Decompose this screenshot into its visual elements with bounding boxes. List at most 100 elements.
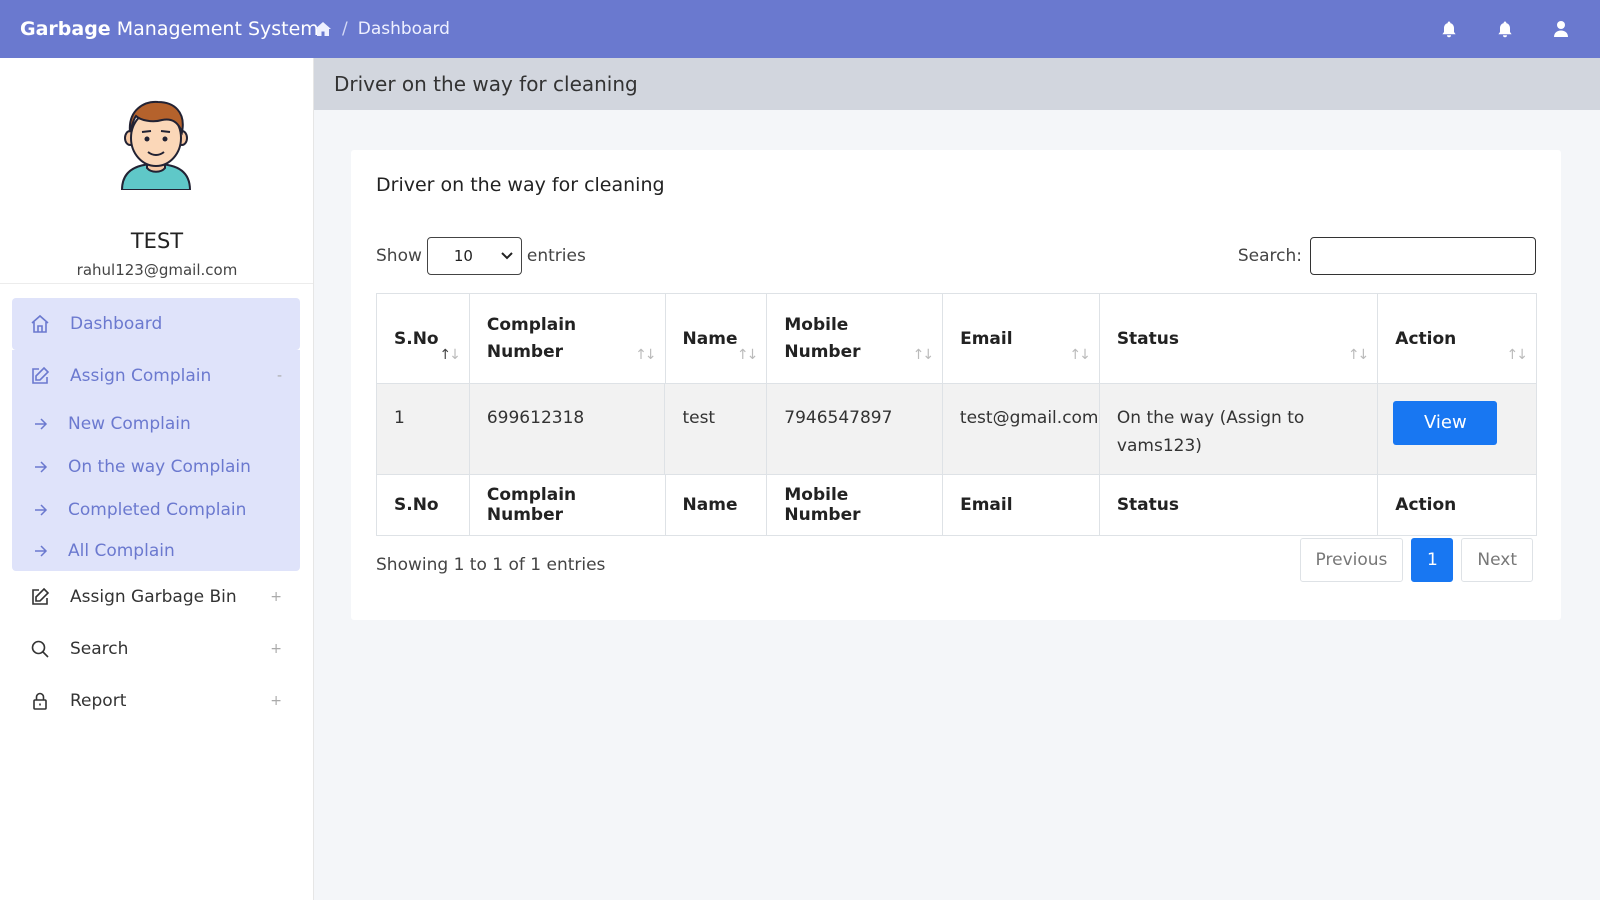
column-header-label: Mobile Number xyxy=(784,312,860,366)
sort-icon: ↑↓ xyxy=(635,347,657,363)
column-header-name[interactable]: Name ↑↓ xyxy=(666,294,768,383)
user-email: rahul123@gmail.com xyxy=(76,261,238,279)
sidebar-item-report[interactable]: Report + xyxy=(12,675,300,727)
arrow-right-icon xyxy=(35,460,48,473)
column-header-email[interactable]: Email ↑↓ xyxy=(943,294,1100,383)
table-search-control: Search: xyxy=(1238,237,1536,275)
breadcrumb-current: Dashboard xyxy=(357,19,450,39)
sidebar: TEST rahul123@gmail.com Dashboard Assign… xyxy=(0,58,314,900)
brand-bold: Garbage xyxy=(20,18,111,40)
column-footer-mobile-number: Mobile Number xyxy=(767,475,944,535)
cell-complain-number: 699612318 xyxy=(469,384,666,474)
column-header-label: Complain Number xyxy=(487,312,576,366)
breadcrumb: / Dashboard xyxy=(314,19,450,39)
sidebar-subitem-new-complain[interactable]: New Complain xyxy=(12,402,300,445)
pagination: Previous 1 Next xyxy=(1299,538,1533,582)
user-name: TEST xyxy=(130,229,184,253)
page-title: Driver on the way for cleaning xyxy=(334,72,638,96)
complaints-table: S.No ↑↓ Complain Number ↑↓ Name ↑↓ Mobile Num… xyxy=(376,293,1537,536)
column-header-label: Name xyxy=(682,328,738,349)
sidebar-item-assign-garbage-bin[interactable]: Assign Garbage Bin + xyxy=(12,571,300,623)
bell-icon[interactable] xyxy=(1440,20,1458,38)
breadcrumb-separator: / xyxy=(342,19,348,39)
status-line: vams123) xyxy=(1116,436,1202,456)
sort-icon: ↑↓ xyxy=(736,347,759,363)
sidebar-subitem-label: New Complain xyxy=(68,413,191,434)
sidebar-item-label: Assign Complain xyxy=(70,366,212,386)
next-page-button[interactable]: Next xyxy=(1461,538,1533,582)
home-icon xyxy=(31,314,49,333)
brand-title[interactable]: Garbage Management System xyxy=(0,18,319,40)
expand-toggle[interactable]: + xyxy=(270,641,282,657)
cell-action: View xyxy=(1378,384,1536,474)
expand-toggle[interactable]: + xyxy=(270,589,282,605)
search-input[interactable] xyxy=(1310,237,1536,275)
search-label: Search: xyxy=(1237,246,1302,266)
show-label: Show xyxy=(376,246,422,266)
brand-rest: Management System xyxy=(110,18,319,40)
top-navbar: Garbage Management System / Dashboard xyxy=(0,0,1600,58)
sidebar-plain-items: Assign Garbage Bin + Search + Report + xyxy=(12,571,300,727)
table-footer-row: S.No Complain Number Name Mobile Number … xyxy=(377,475,1536,535)
sidebar-item-assign-complain[interactable]: Assign Complain - xyxy=(12,350,300,402)
cell-status: On the way (Assign to vams123) xyxy=(1099,384,1379,474)
header-line: Complain xyxy=(486,314,577,335)
table-info: Showing 1 to 1 of 1 entries xyxy=(376,555,606,575)
page-1-button[interactable]: 1 xyxy=(1411,538,1454,582)
sort-icon: ↑↓ xyxy=(439,347,461,363)
content-header: Driver on the way for cleaning xyxy=(314,58,1600,110)
status-text: On the way (Assign to vams123) xyxy=(1117,404,1304,460)
entries-per-page-value: 10 xyxy=(453,247,473,265)
chevron-down-icon xyxy=(501,252,513,260)
sidebar-subitem-completed-complain[interactable]: Completed Complain xyxy=(12,488,300,531)
sort-icon: ↑↓ xyxy=(1347,347,1370,363)
sidebar-group-assign-complain: Assign Complain - New Complain On the wa… xyxy=(12,350,300,571)
home-icon[interactable] xyxy=(314,21,332,37)
column-footer-status: Status xyxy=(1100,475,1379,535)
search-icon xyxy=(31,640,49,658)
table-row: 1 699612318 test 7946547897 test@gmail.c… xyxy=(377,384,1536,475)
entries-length-control: Show 10 entries xyxy=(376,237,586,275)
column-header-label: Status xyxy=(1116,328,1180,349)
sidebar-subitem-all-complain[interactable]: All Complain xyxy=(12,531,300,571)
arrow-right-icon xyxy=(35,417,48,430)
bell-icon[interactable] xyxy=(1496,20,1514,38)
card-title: Driver on the way for cleaning xyxy=(376,174,665,196)
edit-icon xyxy=(32,366,50,384)
entries-per-page-select[interactable]: 10 xyxy=(426,237,522,275)
arrow-right-icon xyxy=(35,503,48,516)
column-header-complain-number[interactable]: Complain Number ↑↓ xyxy=(470,294,666,383)
column-header-status[interactable]: Status ↑↓ xyxy=(1100,294,1379,383)
sidebar-subitem-label: All Complain xyxy=(68,541,175,561)
column-footer-sno: S.No xyxy=(377,475,470,535)
sidebar-subitem-on-the-way-complain[interactable]: On the way Complain xyxy=(12,445,300,488)
complaints-card: Driver on the way for cleaning Show 10 e… xyxy=(351,150,1561,620)
column-header-mobile-number[interactable]: Mobile Number ↑↓ xyxy=(767,294,944,383)
navbar-actions xyxy=(1440,0,1570,58)
sidebar-subitem-label: Completed Complain xyxy=(68,499,247,520)
sidebar-item-dashboard-link[interactable]: Dashboard xyxy=(12,298,300,350)
cell-name: test xyxy=(665,384,768,474)
header-line: Number xyxy=(486,341,564,362)
arrow-right-icon xyxy=(35,545,48,557)
status-line: On the way (Assign to xyxy=(1116,408,1305,428)
column-header-sno[interactable]: S.No ↑↓ xyxy=(377,294,470,383)
column-header-label: Email xyxy=(960,328,1013,349)
sort-icon: ↑↓ xyxy=(912,347,935,363)
column-footer-email: Email xyxy=(943,475,1100,535)
column-header-label: Action xyxy=(1395,328,1457,349)
cell-mobile: 7946547897 xyxy=(767,384,943,474)
expand-toggle[interactable]: + xyxy=(270,693,282,709)
previous-page-button[interactable]: Previous xyxy=(1299,538,1404,582)
header-line: Mobile xyxy=(784,314,849,335)
sidebar-subitem-label: On the way Complain xyxy=(68,456,251,477)
sidebar-item-search[interactable]: Search + xyxy=(12,623,300,675)
user-profile-panel: TEST rahul123@gmail.com xyxy=(0,58,313,284)
user-icon[interactable] xyxy=(1552,20,1570,38)
column-header-action[interactable]: Action ↑↓ xyxy=(1378,294,1536,383)
collapse-toggle[interactable]: - xyxy=(277,368,282,384)
column-header-label: S.No xyxy=(394,328,439,349)
column-footer-name: Name xyxy=(666,475,768,535)
view-button[interactable]: View xyxy=(1393,401,1498,445)
sidebar-item-dashboard[interactable]: Dashboard xyxy=(12,298,300,350)
